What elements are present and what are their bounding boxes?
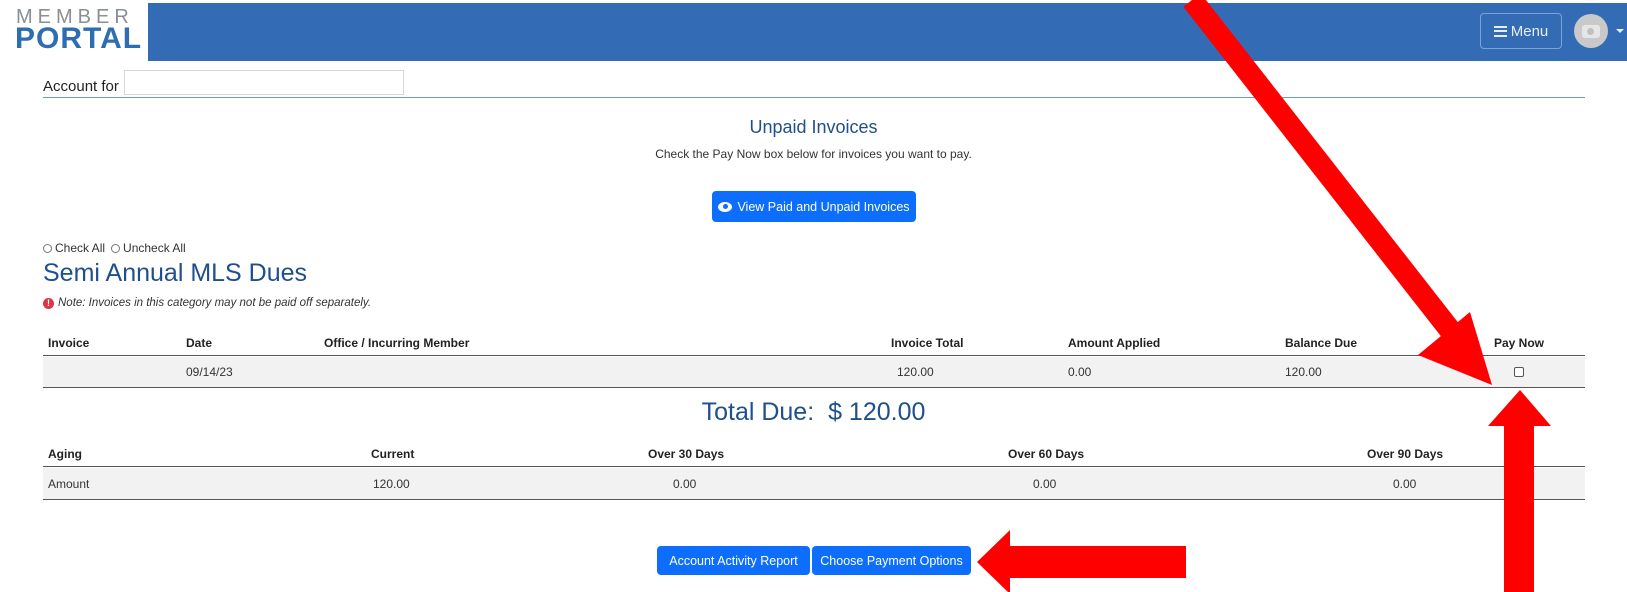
upward-red-arrow xyxy=(1488,390,1551,592)
diagonal-red-arrow xyxy=(1183,0,1492,385)
left-red-arrow xyxy=(977,530,1186,592)
annotation-arrows xyxy=(977,0,1551,592)
